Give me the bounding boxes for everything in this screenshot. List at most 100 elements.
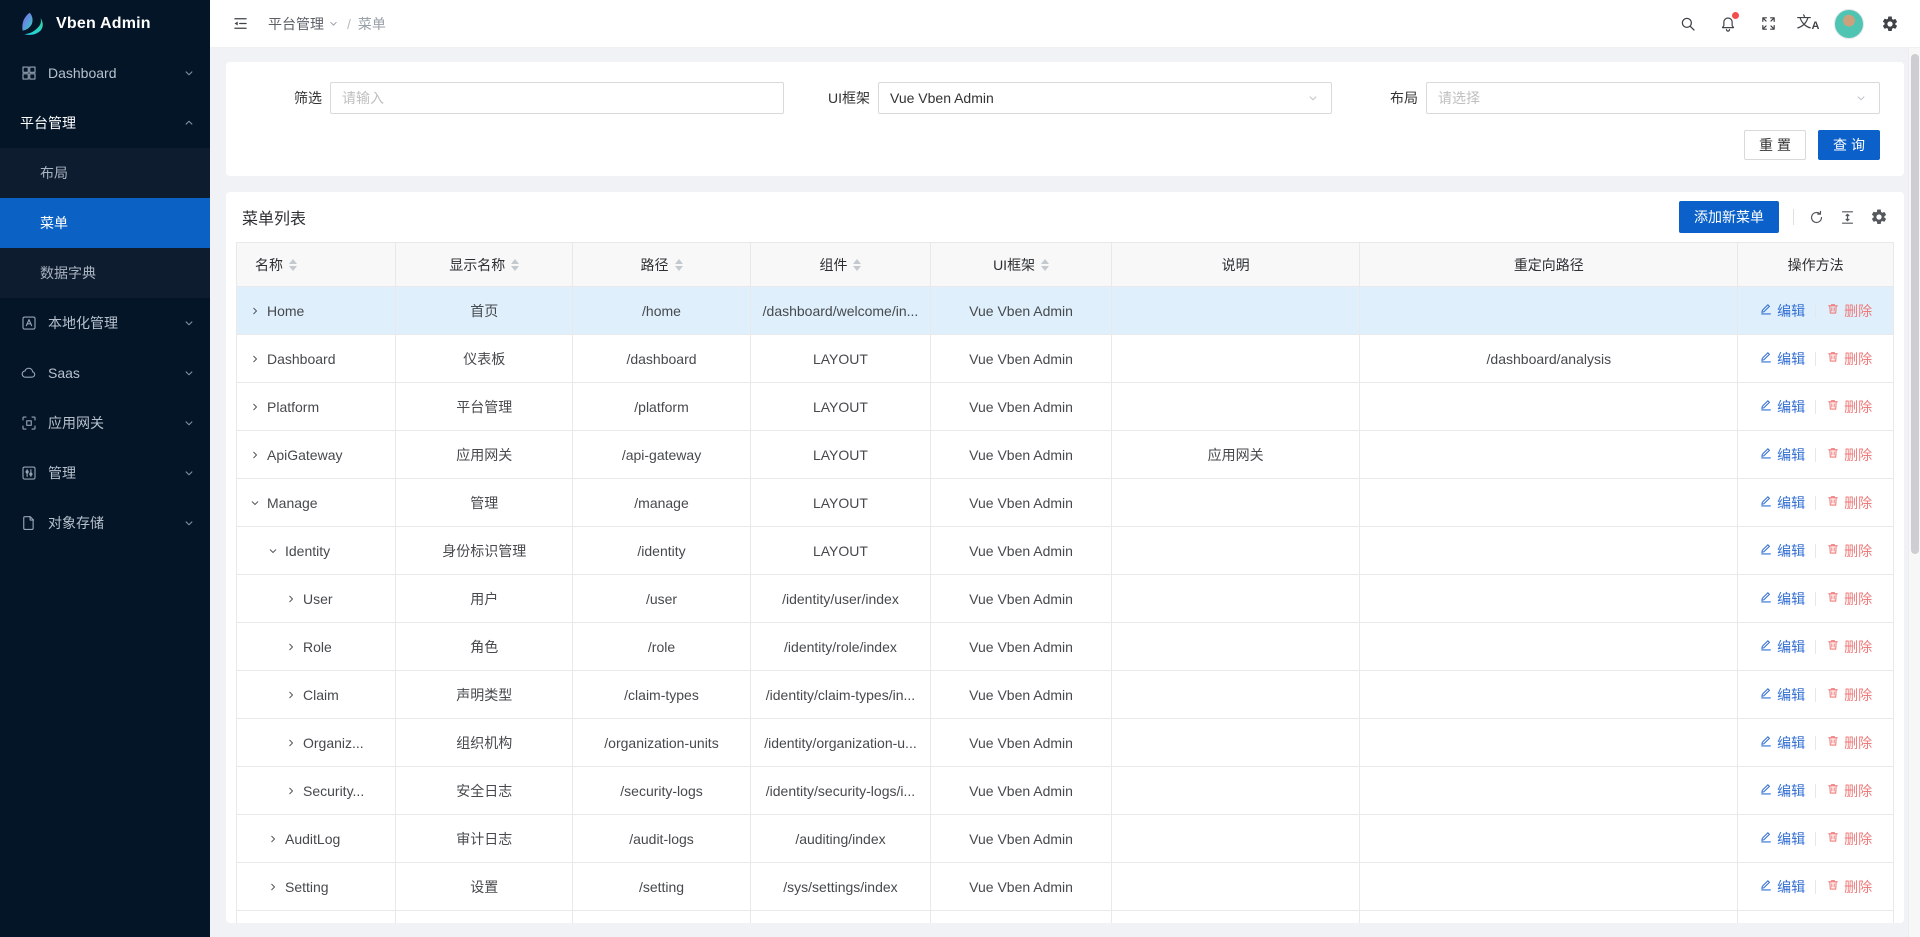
cell-path: /user bbox=[573, 575, 750, 623]
column-header-1[interactable]: 名称 bbox=[237, 243, 396, 287]
sidebar-item-data-dictionary[interactable]: 数据字典 bbox=[0, 248, 210, 298]
tree-expander-icon[interactable] bbox=[249, 497, 261, 509]
sidebar-item-saas[interactable]: Saas bbox=[0, 348, 210, 398]
delete-button[interactable]: 删除 bbox=[1826, 589, 1872, 609]
tree-expander-icon[interactable] bbox=[249, 305, 261, 317]
edit-pencil-icon bbox=[1759, 878, 1773, 895]
menu-name: Security... bbox=[303, 783, 364, 799]
sidebar-item-dashboard[interactable]: Dashboard bbox=[0, 48, 210, 98]
filter-group-layout: 布局 请选择 bbox=[1346, 82, 1880, 114]
delete-button[interactable]: 删除 bbox=[1826, 301, 1872, 321]
notification-bell-icon[interactable] bbox=[1708, 4, 1748, 44]
sidebar-item-object-storage[interactable]: 对象存储 bbox=[0, 498, 210, 548]
tree-expander-icon[interactable] bbox=[285, 593, 297, 605]
sidebar-item-layout[interactable]: 布局 bbox=[0, 148, 210, 198]
edit-button[interactable]: 编辑 bbox=[1759, 541, 1805, 561]
tree-expander-icon[interactable] bbox=[285, 785, 297, 797]
tree-expander-icon[interactable] bbox=[285, 737, 297, 749]
tree-expander-icon[interactable] bbox=[267, 545, 279, 557]
vertical-scrollbar[interactable] bbox=[1908, 48, 1920, 937]
tree-expander-icon[interactable] bbox=[285, 641, 297, 653]
sidebar-item-label: 平台管理 bbox=[20, 113, 182, 133]
sort-carets-icon[interactable] bbox=[511, 259, 519, 271]
delete-button[interactable]: 删除 bbox=[1826, 733, 1872, 753]
cell-redirect: /dashboard/analysis bbox=[1360, 335, 1738, 383]
cell-redirect bbox=[1360, 575, 1738, 623]
settings-gear-icon[interactable] bbox=[1870, 4, 1910, 44]
delete-button[interactable]: 删除 bbox=[1826, 445, 1872, 465]
add-menu-button[interactable]: 添加新菜单 bbox=[1679, 201, 1779, 233]
sort-carets-icon[interactable] bbox=[1041, 259, 1049, 271]
edit-button[interactable]: 编辑 bbox=[1759, 637, 1805, 657]
delete-button[interactable]: 删除 bbox=[1826, 493, 1872, 513]
tree-expander-icon[interactable] bbox=[267, 833, 279, 845]
reset-button[interactable]: 重置 bbox=[1744, 130, 1806, 160]
sort-carets-icon[interactable] bbox=[853, 259, 861, 271]
menu-name: Claim bbox=[303, 687, 339, 703]
filter-panel: 筛选 UI框架 Vue Vben Admin 布局 bbox=[226, 62, 1904, 176]
edit-button[interactable]: 编辑 bbox=[1759, 733, 1805, 753]
chevron-down-icon bbox=[182, 516, 196, 530]
tree-expander-icon[interactable] bbox=[249, 353, 261, 365]
delete-button[interactable]: 删除 bbox=[1826, 781, 1872, 801]
user-avatar[interactable] bbox=[1834, 9, 1864, 39]
main-area: 平台管理 / 菜单 文A bbox=[210, 0, 1920, 937]
tree-expander-icon[interactable] bbox=[285, 689, 297, 701]
edit-button[interactable]: 编辑 bbox=[1759, 781, 1805, 801]
cell-display-name: 安全日志 bbox=[396, 767, 573, 815]
delete-trash-icon bbox=[1826, 350, 1840, 367]
edit-button[interactable]: 编辑 bbox=[1759, 493, 1805, 513]
edit-button[interactable]: 编辑 bbox=[1759, 877, 1805, 897]
sidebar-item-localization[interactable]: 本地化管理 bbox=[0, 298, 210, 348]
delete-trash-icon bbox=[1826, 494, 1840, 511]
notification-badge bbox=[1732, 12, 1739, 19]
column-header-2[interactable]: 显示名称 bbox=[396, 243, 573, 287]
delete-button[interactable]: 删除 bbox=[1826, 877, 1872, 897]
cell-actions: 编辑 删除 bbox=[1738, 767, 1894, 815]
filter-keyword-input[interactable] bbox=[342, 90, 772, 106]
delete-button[interactable]: 删除 bbox=[1826, 685, 1872, 705]
edit-button[interactable]: 编辑 bbox=[1759, 829, 1805, 849]
edit-button[interactable]: 编辑 bbox=[1759, 685, 1805, 705]
edit-button[interactable]: 编辑 bbox=[1759, 301, 1805, 321]
sort-carets-icon[interactable] bbox=[675, 259, 683, 271]
row-height-icon[interactable] bbox=[1839, 209, 1856, 226]
delete-button[interactable]: 删除 bbox=[1826, 637, 1872, 657]
sidebar-item-manage[interactable]: 管理 bbox=[0, 448, 210, 498]
sort-carets-icon[interactable] bbox=[289, 259, 297, 271]
edit-button[interactable]: 编辑 bbox=[1759, 349, 1805, 369]
tree-expander-icon[interactable] bbox=[249, 401, 261, 413]
tree-expander-icon[interactable] bbox=[249, 449, 261, 461]
delete-trash-icon bbox=[1826, 398, 1840, 415]
app-logo[interactable]: Vben Admin bbox=[0, 0, 210, 48]
cell-description: 应用网关 bbox=[1111, 431, 1360, 479]
refresh-icon[interactable] bbox=[1808, 209, 1825, 226]
ui-framework-select[interactable]: Vue Vben Admin bbox=[878, 82, 1332, 114]
edit-button[interactable]: 编辑 bbox=[1759, 397, 1805, 417]
column-header-4[interactable]: 组件 bbox=[750, 243, 931, 287]
query-button[interactable]: 查询 bbox=[1818, 130, 1880, 160]
sidebar-item-app-gateway[interactable]: 应用网关 bbox=[0, 398, 210, 448]
delete-button[interactable]: 删除 bbox=[1826, 541, 1872, 561]
delete-button[interactable]: 删除 bbox=[1826, 397, 1872, 417]
search-icon[interactable] bbox=[1668, 4, 1708, 44]
column-header-3[interactable]: 路径 bbox=[573, 243, 750, 287]
sidebar-item-platform-management[interactable]: 平台管理 bbox=[0, 98, 210, 148]
settings-gear-icon[interactable] bbox=[1870, 208, 1888, 226]
sidebar-item-menu[interactable]: 菜单 bbox=[0, 198, 210, 248]
delete-button[interactable]: 删除 bbox=[1826, 349, 1872, 369]
fullscreen-icon[interactable] bbox=[1748, 4, 1788, 44]
action-divider bbox=[1815, 544, 1816, 558]
collapse-sidebar-icon[interactable] bbox=[226, 4, 254, 44]
column-header-5[interactable]: UI框架 bbox=[931, 243, 1112, 287]
edit-button[interactable]: 编辑 bbox=[1759, 445, 1805, 465]
action-divider bbox=[1815, 448, 1816, 462]
breadcrumb-parent[interactable]: 平台管理 bbox=[268, 14, 340, 34]
delete-button[interactable]: 删除 bbox=[1826, 829, 1872, 849]
scrollbar-thumb[interactable] bbox=[1911, 54, 1919, 554]
edit-button[interactable]: 编辑 bbox=[1759, 589, 1805, 609]
tree-expander-icon[interactable] bbox=[267, 881, 279, 893]
menu-table: 名称显示名称路径组件UI框架说明重定向路径操作方法 Home首页/home/da… bbox=[236, 242, 1894, 923]
layout-select[interactable]: 请选择 bbox=[1426, 82, 1880, 114]
translate-icon[interactable]: 文A bbox=[1788, 4, 1828, 44]
